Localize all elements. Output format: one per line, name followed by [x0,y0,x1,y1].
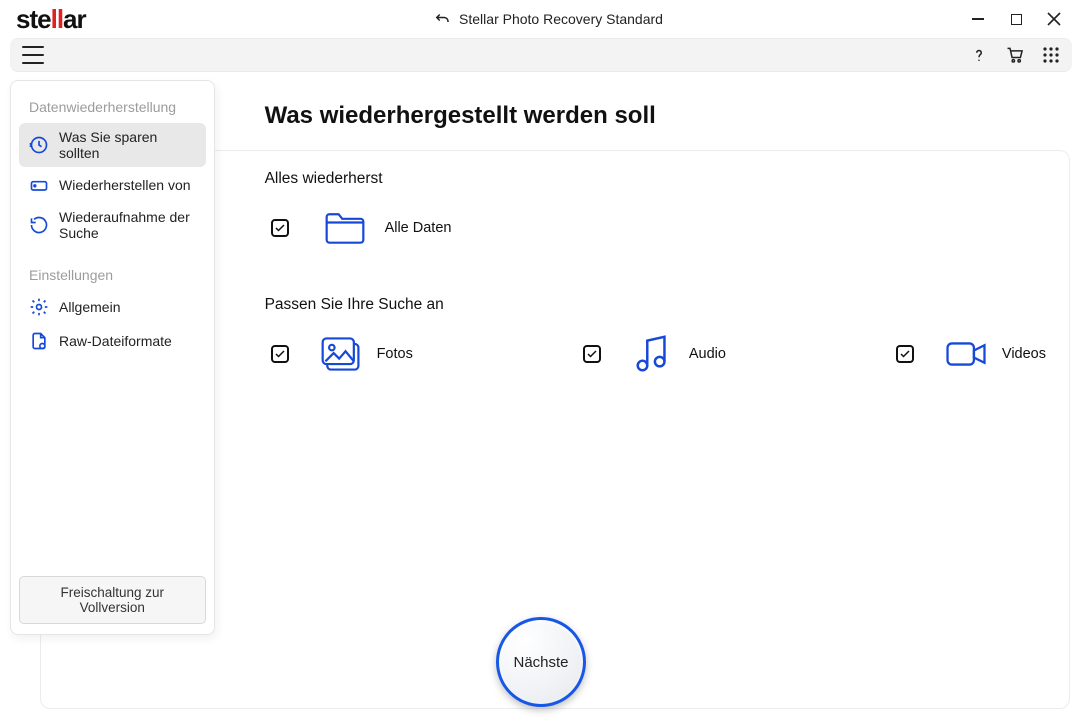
back-icon[interactable] [433,10,451,28]
window-title: Stellar Photo Recovery Standard [459,11,663,27]
sidebar-item-raw-formats[interactable]: Raw-Dateiformate [19,325,206,357]
checkbox-videos[interactable] [896,345,914,363]
option-photos: Fotos [271,332,413,376]
menu-icon[interactable] [22,46,44,64]
page-heading: Was wiederhergestellt werden soll [265,102,1046,130]
option-label: Fotos [377,346,413,362]
cart-icon[interactable] [1004,45,1026,65]
maximize-button[interactable] [1008,11,1024,27]
file-icon [29,331,49,351]
checkbox-all-data[interactable] [271,219,289,237]
options-grid: Fotos Audio [265,332,1046,376]
drive-icon [29,175,49,195]
gear-icon [29,297,49,317]
option-audio: Audio [583,332,726,376]
checkbox-audio[interactable] [583,345,601,363]
minimize-button[interactable] [970,11,986,27]
option-label: Audio [689,346,726,362]
help-icon[interactable] [970,45,988,65]
main-content: Was wiederhergestellt werden soll Alles … [215,72,1082,717]
sidebar-item-recover-from[interactable]: Wiederherstellen von [19,169,206,201]
titlebar: stellar Stellar Photo Recovery Standard [0,0,1082,38]
option-videos: Videos [896,332,1046,376]
sidebar-item-label: Raw-Dateiformate [59,333,172,349]
next-button-wrap: Nächste [494,617,588,711]
customize-section-label: Passen Sie Ihre Suche an [265,296,1046,314]
sidebar-item-label: Was Sie sparen sollten [59,129,196,161]
sidebar-item-label: Allgemein [59,299,120,315]
logo: stellar [16,3,126,35]
restore-icon [29,135,49,155]
sidebar-item-general[interactable]: Allgemein [19,291,206,323]
audio-icon [631,332,675,376]
resume-icon [29,215,49,235]
sidebar-footer: Freischaltung zur Vollversion [19,576,206,624]
video-icon [944,332,988,376]
close-button[interactable] [1046,11,1062,27]
logo-text: stellar [16,4,86,35]
next-button[interactable]: Nächste [496,617,586,707]
toolbar [10,38,1072,72]
folder-icon [323,206,367,250]
body: Datenwiederherstellung Was Sie sparen so… [0,72,1082,717]
apps-grid-icon[interactable] [1042,46,1060,64]
sidebar-item-label: Wiederherstellen von [59,177,191,193]
app-window: stellar Stellar Photo Recovery Standard [0,0,1082,717]
photos-icon [319,332,363,376]
option-all-data: Alle Daten [265,206,1046,250]
sidebar-item-resume-search[interactable]: Wiederaufnahme der Suche [19,203,206,247]
sidebar-item-label: Wiederaufnahme der Suche [59,209,196,241]
option-label: Alle Daten [385,220,452,236]
sidebar-item-what-to-recover[interactable]: Was Sie sparen sollten [19,123,206,167]
checkbox-photos[interactable] [271,345,289,363]
unlock-full-version-button[interactable]: Freischaltung zur Vollversion [19,576,206,624]
sidebar-section-recovery: Datenwiederherstellung [19,95,206,123]
window-controls [970,11,1074,27]
restore-all-section-label: Alles wiederherst [265,170,1046,188]
sidebar: Datenwiederherstellung Was Sie sparen so… [10,80,215,635]
option-label: Videos [1002,346,1046,362]
sidebar-section-settings: Einstellungen [19,263,206,291]
title-center: Stellar Photo Recovery Standard [126,10,970,28]
